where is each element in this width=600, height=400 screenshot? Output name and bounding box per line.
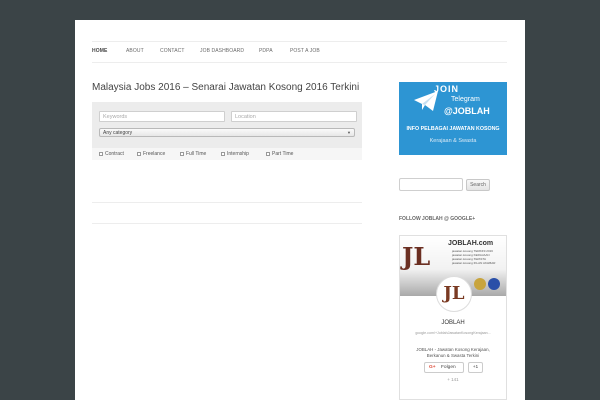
follow-button[interactable]: G+ Folgen xyxy=(424,362,464,373)
google-plus-badge: JL JOBLAH.com jawatan kosong TERKINI 201… xyxy=(399,235,507,400)
page-description: JOBLAH - Jawatan Kosong Kerajaan, Berkan… xyxy=(416,347,490,358)
checkbox-icon xyxy=(99,151,103,156)
telegram-banner[interactable]: JOIN Telegram @JOBLAH INFO PELBAGAI JAWA… xyxy=(399,82,507,155)
job-search-form: Keywords Location Any category ▼ Contrac… xyxy=(92,102,362,160)
banner-info: INFO PELBAGAI JAWATAN KOSONG xyxy=(406,126,500,132)
nav-post-a-job[interactable]: POST A JOB xyxy=(290,48,320,54)
follower-count: + 141 xyxy=(447,377,459,382)
page-name[interactable]: JOBLAH xyxy=(400,320,506,326)
category-select[interactable]: Any category ▼ xyxy=(99,128,355,137)
job-type-filters: Contract Freelance Full Time Internship … xyxy=(92,148,362,160)
checkbox-icon xyxy=(266,151,270,156)
nav-job-dashboard[interactable]: JOB DASHBOARD xyxy=(200,48,244,54)
banner-subtitle: Kerajaan & Swasta xyxy=(429,138,477,144)
divider xyxy=(92,223,362,224)
job-type-freelance[interactable]: Freelance xyxy=(137,151,165,157)
nav-contact[interactable]: CONTACT xyxy=(160,48,185,54)
job-type-full-time[interactable]: Full Time xyxy=(180,151,206,157)
seal-icon xyxy=(488,278,500,290)
caret-down-icon: ▼ xyxy=(347,130,351,135)
sidebar-search-input[interactable] xyxy=(399,178,463,191)
category-select-value: Any category xyxy=(103,130,133,136)
banner-telegram: Telegram xyxy=(451,96,480,103)
widget-title: FOLLOW JOBLAH @ GOOGLE+ xyxy=(399,216,476,222)
avatar[interactable]: JL xyxy=(436,276,472,312)
keywords-input[interactable]: Keywords xyxy=(99,111,225,122)
job-type-part-time[interactable]: Part Time xyxy=(266,151,293,157)
plus-one-button[interactable]: +1 xyxy=(468,362,483,373)
sidebar-search-button[interactable]: Search xyxy=(466,179,490,191)
checkbox-icon xyxy=(221,151,225,156)
nav-home[interactable]: HOME xyxy=(92,48,107,54)
nav-about[interactable]: ABOUT xyxy=(126,48,144,54)
banner-join: JOIN xyxy=(434,84,460,94)
page-url[interactable]: google.com/+JoblahJawatanKosongKerajaan.… xyxy=(408,331,498,336)
cover-brand: JOBLAH.com xyxy=(448,240,494,247)
checkbox-icon xyxy=(180,151,184,156)
google-plus-icon: G+ xyxy=(429,365,436,370)
seal-icon xyxy=(474,278,486,290)
cover-logo: JL xyxy=(402,242,431,271)
page-title: Malaysia Jobs 2016 – Senarai Jawatan Kos… xyxy=(92,82,360,93)
nav-pdpa[interactable]: PDPA xyxy=(259,48,273,54)
cover-lines: jawatan kosong TERKINI 2016 jawatan koso… xyxy=(452,249,496,265)
main-navigation: HOME ABOUT CONTACT JOB DASHBOARD PDPA PO… xyxy=(92,41,507,63)
job-type-internship[interactable]: Internship xyxy=(221,151,249,157)
job-type-contract[interactable]: Contract xyxy=(99,151,124,157)
divider xyxy=(92,202,362,203)
banner-handle: @JOBLAH xyxy=(444,106,490,116)
page-container: HOME ABOUT CONTACT JOB DASHBOARD PDPA PO… xyxy=(75,20,525,400)
location-input[interactable]: Location xyxy=(231,111,357,122)
checkbox-icon xyxy=(137,151,141,156)
